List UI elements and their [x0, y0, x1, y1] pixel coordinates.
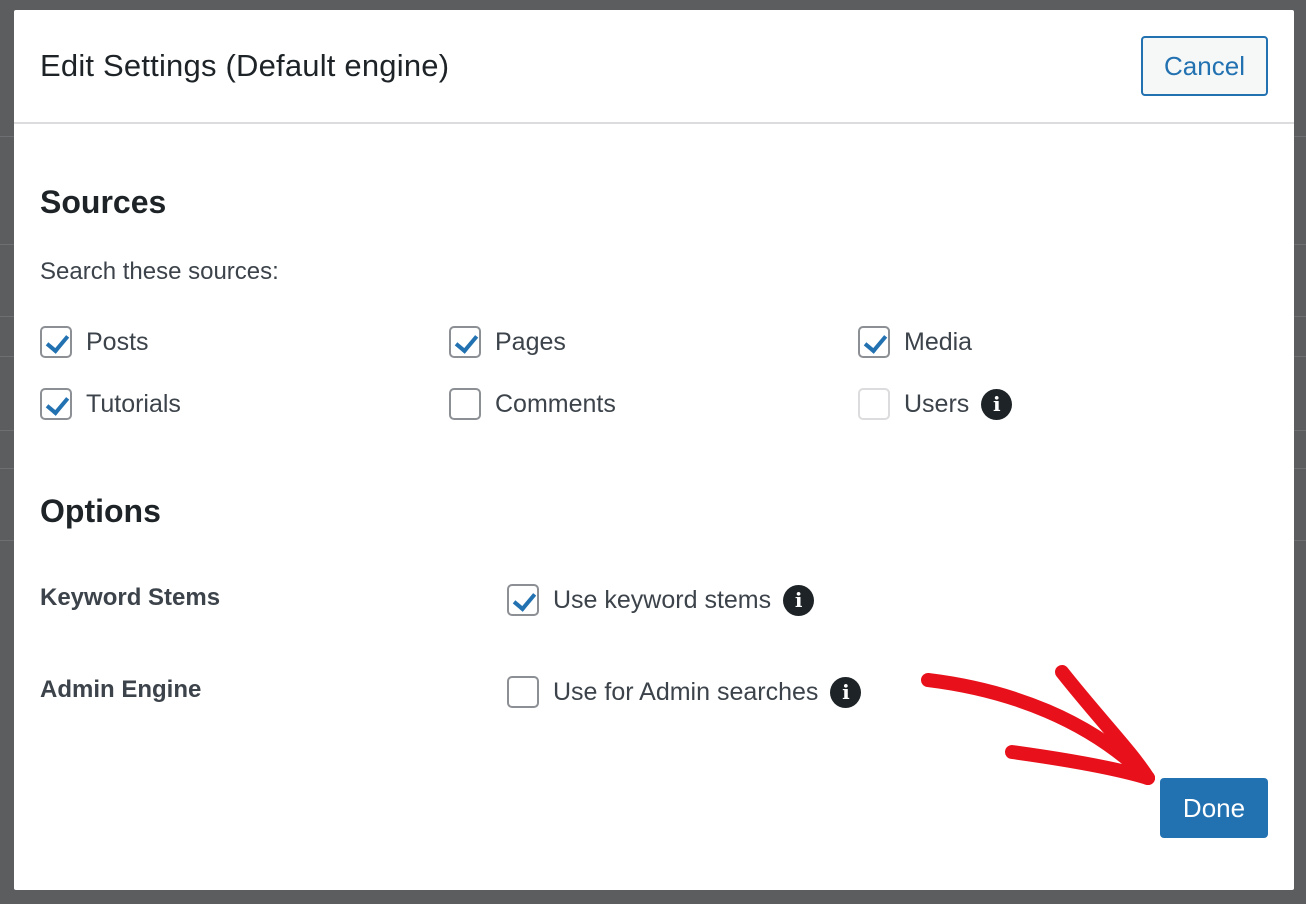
sources-heading: Sources — [40, 184, 167, 220]
info-icon[interactable]: i — [981, 388, 1013, 420]
info-icon[interactable]: i — [783, 584, 815, 616]
modal-title: Edit Settings (Default engine) — [40, 48, 450, 83]
keyword-stems-checkbox[interactable] — [507, 584, 539, 616]
source-option-media[interactable]: Media — [858, 326, 972, 358]
info-icon[interactable]: i — [830, 676, 862, 708]
keyword-stems-option[interactable]: Use keyword stems i — [507, 584, 815, 616]
media-checkbox[interactable] — [858, 326, 890, 358]
cancel-button[interactable]: Cancel — [1141, 36, 1268, 96]
comments-checkbox[interactable] — [449, 388, 481, 420]
source-option-posts[interactable]: Posts — [40, 326, 149, 358]
options-heading: Options — [40, 493, 161, 529]
keyword-stems-label: Keyword Stems — [40, 584, 221, 611]
pages-checkbox[interactable] — [449, 326, 481, 358]
source-option-pages[interactable]: Pages — [449, 326, 566, 358]
source-label: Posts — [86, 327, 149, 356]
admin-engine-option[interactable]: Use for Admin searches i — [507, 676, 862, 708]
admin-searches-checkbox-label: Use for Admin searches — [553, 677, 819, 706]
edit-settings-modal: Edit Settings (Default engine) Cancel So… — [14, 10, 1294, 890]
posts-checkbox[interactable] — [40, 326, 72, 358]
source-option-users: Users i — [858, 388, 1013, 420]
source-label: Pages — [495, 327, 566, 356]
admin-engine-label: Admin Engine — [40, 676, 202, 703]
source-label: Comments — [495, 389, 616, 418]
tutorials-checkbox[interactable] — [40, 388, 72, 420]
source-label: Media — [904, 327, 973, 356]
admin-searches-checkbox[interactable] — [507, 676, 539, 708]
done-button[interactable]: Done — [1160, 778, 1268, 838]
modal-header: Edit Settings (Default engine) Cancel — [14, 10, 1294, 124]
source-option-tutorials[interactable]: Tutorials — [40, 388, 181, 420]
keyword-stems-checkbox-label: Use keyword stems — [553, 585, 772, 614]
source-option-comments[interactable]: Comments — [449, 388, 616, 420]
source-label: Tutorials — [86, 389, 181, 418]
sources-sub-label: Search these sources: — [40, 258, 279, 285]
source-label: Users — [904, 389, 970, 418]
users-checkbox — [858, 388, 890, 420]
